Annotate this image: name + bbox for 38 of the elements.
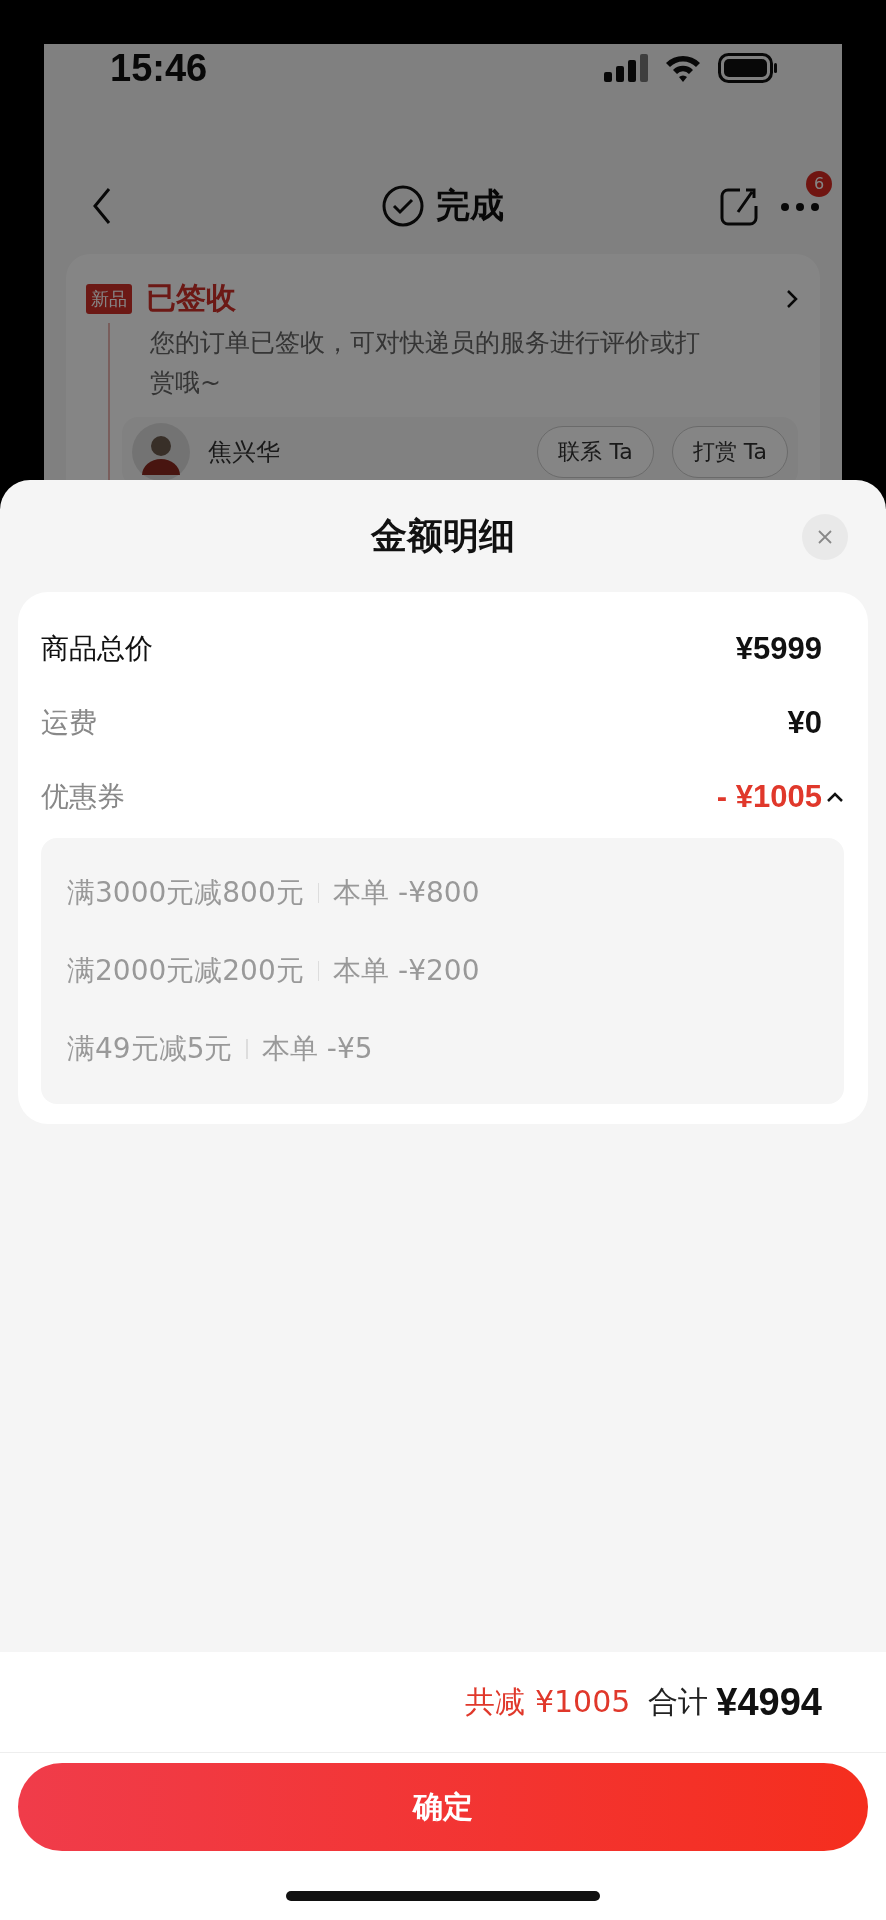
total-amount: ¥4994 (716, 1680, 822, 1724)
more-icon[interactable] (780, 201, 820, 212)
page-title: 完成 (436, 184, 504, 227)
status-title: 已签收 (146, 279, 236, 317)
back-icon[interactable] (92, 187, 112, 225)
row-value: ¥5999 (735, 631, 822, 667)
check-circle-icon (382, 185, 424, 227)
total-discount: 共减 ¥1005 (465, 1682, 631, 1721)
coupon-rule: 满49元减5元 (67, 1031, 233, 1067)
row-value: ¥0 (787, 705, 822, 741)
status-time: 15:46 (110, 46, 208, 90)
share-icon[interactable] (720, 186, 758, 226)
sheet-title: 金额明细 (371, 513, 515, 558)
row-label: 优惠券 (41, 779, 125, 815)
chevron-right-icon[interactable] (786, 288, 798, 309)
courier-button[interactable]: 打赏 Ta (671, 426, 788, 478)
avatar (132, 423, 190, 481)
caret-icon[interactable] (826, 791, 844, 803)
close-icon[interactable] (817, 529, 833, 545)
wifi-icon (664, 54, 702, 82)
coupon-deduction: 本单 -¥200 (333, 953, 480, 989)
close-button[interactable] (802, 514, 848, 560)
confirm-button[interactable]: 确定 (18, 1763, 868, 1851)
total-label: 合计 (648, 1682, 709, 1721)
signal-icon (604, 54, 648, 82)
row-label: 商品总价 (41, 631, 153, 667)
row-value: - ¥1005 (716, 779, 822, 815)
courier-button[interactable]: 联系 Ta (537, 426, 654, 478)
row-label: 运费 (41, 705, 97, 741)
notification-badge: 6 (806, 170, 832, 197)
coupon-deduction: 本单 -¥800 (333, 875, 480, 911)
coupon-rule: 满3000元减800元 (67, 875, 304, 911)
new-tag: 新品 (86, 283, 132, 314)
battery-icon (718, 53, 778, 83)
courier-name: 焦兴华 (208, 437, 280, 468)
coupon-rule: 满2000元减200元 (67, 953, 304, 989)
coupon-deduction: 本单 -¥5 (261, 1031, 373, 1067)
status-description: 您的订单已签收，可对快递员的服务进行评价或打赏哦~ (150, 327, 701, 399)
